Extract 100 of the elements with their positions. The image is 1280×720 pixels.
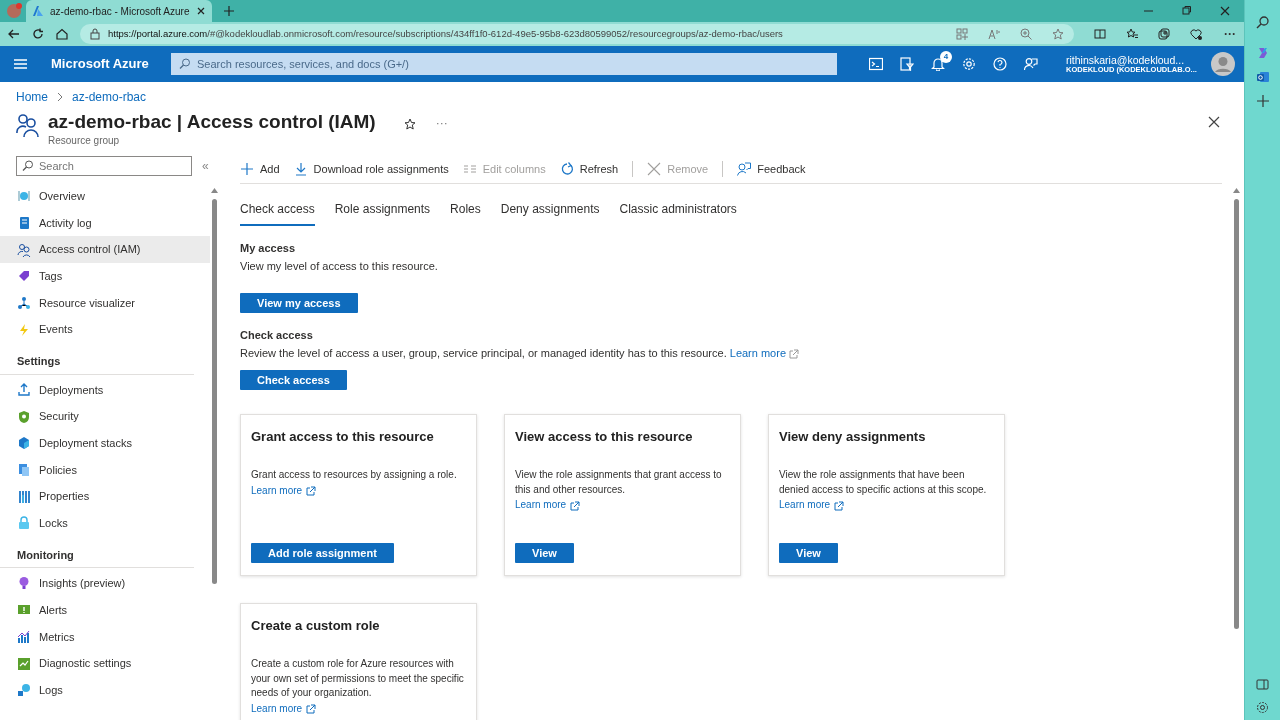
search-icon[interactable] [1255,16,1270,30]
tab[interactable]: Deny assignments [500,199,600,226]
card-description: Create a custom role for Azure resources with your own set of permissions to meet the specific needs of your organization. [251,657,465,701]
sidebar-item-icon [17,656,31,671]
more-button[interactable]: ··· [435,114,448,132]
menu-icon[interactable] [14,59,27,69]
scroll-up-icon[interactable] [210,187,218,193]
primary-button[interactable]: View [779,542,838,563]
collapse-button[interactable]: « [202,156,209,175]
sidebar-item[interactable]: Insights (preview) [0,570,210,597]
bell-icon[interactable] [931,57,945,71]
breadcrumb-link[interactable]: az-demo-rbac [72,88,147,106]
breadcrumb-link[interactable]: Home [16,88,48,106]
search-field[interactable]: Search resources, services, and docs (G+/) [171,53,837,75]
sidebar-item[interactable]: Overview [0,182,210,210]
external-link-icon [789,349,800,360]
external-link-icon [834,500,845,511]
restore-icon[interactable] [1182,6,1192,16]
description: Review the level of access a user, group, service principal, or managed identity has to this resource. Learn more [240,345,1222,362]
tab[interactable]: Classic administrators [619,199,737,226]
sidebar-item[interactable]: Logs [0,676,210,704]
sidebar-item[interactable]: Alerts [0,596,210,624]
sidebar-item-icon [17,269,31,284]
more-button[interactable]: ··· [1224,25,1236,43]
sidebar-item[interactable]: Policies [0,456,210,484]
primary-button[interactable]: Check access [240,369,347,390]
primary-button[interactable]: Add role assignment [251,542,394,563]
zoom-icon[interactable] [1020,28,1032,40]
primary-button[interactable]: View my access [240,292,358,313]
sidebar-item-icon [17,215,31,230]
sidebar-toggle-icon[interactable] [1256,678,1269,691]
learn-more-link[interactable]: Learn more [779,497,845,513]
toolbar-button[interactable]: Refresh [559,161,619,178]
lock-icon[interactable] [90,28,100,40]
learn-more-link[interactable]: Learn more [729,347,800,360]
home-icon[interactable] [56,28,68,40]
feedback-icon[interactable] [1024,57,1038,71]
chevron-icon [56,92,64,102]
sidebar-item[interactable]: Activity log [0,209,210,237]
address-bar[interactable]: https://portal.azure.com/#@kodekloudlab.onmicrosoft.com/resource/subscriptions/434ff1f0-612d-49e5-95b8-623d80599052/resourcegroups/az-demo-rbac/users [80,24,1074,44]
split-screen-icon[interactable] [1094,28,1106,40]
sidebar-item[interactable]: Events [0,316,210,343]
heart-icon[interactable] [1190,28,1202,40]
sidebar-item[interactable]: Tags [0,262,210,290]
search-field[interactable]: Search [16,155,192,176]
avatar-icon[interactable] [1210,52,1235,76]
new-tab-icon[interactable] [223,6,234,16]
sidebar-item-icon [17,382,31,397]
settings-icon[interactable] [1256,701,1269,714]
external-link-icon [306,704,317,715]
filter-icon[interactable] [900,57,914,71]
sidebar-item[interactable]: Diagnostic settings [0,650,210,677]
star-icon[interactable] [1052,28,1064,40]
sidebar-item-icon [17,576,31,591]
section-heading: Check access [240,327,314,343]
learn-more-link[interactable]: Learn more [515,497,581,513]
card-description: View the role assignments that grant access to this and other resources. [515,468,723,497]
favorites-icon[interactable] [1126,28,1138,40]
refresh-icon[interactable] [32,28,44,40]
sidebar-item[interactable]: Security [0,403,210,430]
star-icon[interactable] [403,118,416,130]
browser-tab[interactable]: az-demo-rbac - Microsoft Azure [26,0,212,22]
card-description: Grant access to resources by assigning a role. [251,468,458,483]
scroll-up-icon[interactable] [1232,187,1240,193]
toolbar-button[interactable]: Feedback [737,161,806,178]
collections-icon[interactable] [1158,28,1170,40]
read-aloud-icon[interactable] [988,28,1000,40]
tab[interactable]: Check access [240,199,315,226]
primary-button[interactable]: View [515,542,574,563]
outlook-icon[interactable] [1255,70,1270,84]
close-icon[interactable] [195,6,206,16]
learn-more-link[interactable]: Learn more [251,482,317,498]
toolbar-button[interactable]: Download role assignments [293,161,449,178]
learn-more-link[interactable]: Learn more [251,700,317,716]
description: View my level of access to this resource. [240,259,439,275]
close-icon[interactable] [1208,116,1220,128]
add-icon[interactable] [1255,94,1270,108]
sidebar-item[interactable]: Resource visualizer [0,289,210,317]
sidebar-item[interactable]: Properties [0,483,210,510]
close-icon[interactable] [1220,6,1230,16]
help-icon[interactable] [993,57,1007,71]
toolbar-button[interactable]: Add [240,161,280,178]
tab[interactable]: Role assignments [334,199,431,226]
refresh-icon [559,162,574,177]
sidebar-item[interactable]: Locks [0,509,210,537]
terminal-icon[interactable] [869,57,883,71]
back-icon[interactable] [8,28,20,40]
section-heading: Monitoring [0,536,194,569]
tab[interactable]: Roles [450,199,481,226]
brand-name[interactable]: Microsoft Azure [51,54,161,74]
page-subtitle: Resource group [48,133,121,148]
sidebar-item[interactable]: Deployments [0,376,210,404]
user-email[interactable]: rithinskaria@kodekloud... [1066,54,1197,66]
sidebar-item[interactable]: Deployment stacks [0,429,210,457]
sidebar-item[interactable]: Metrics [0,623,210,651]
sidebar-item[interactable]: Access control (IAM) [0,236,210,263]
section-heading: My access [240,240,297,256]
sidebar-item-icon [17,683,31,698]
external-link-icon [570,500,581,511]
sidebar-item-icon [17,436,31,451]
